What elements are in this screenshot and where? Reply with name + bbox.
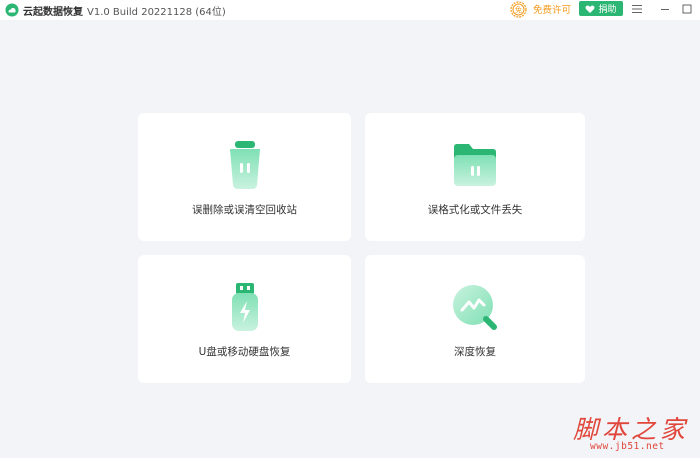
usb-drive-icon <box>231 283 258 331</box>
minimize-button[interactable] <box>658 2 672 16</box>
folder-icon <box>454 144 496 186</box>
donate-label: 捐助 <box>598 5 617 15</box>
card-label: 深度恢复 <box>454 346 496 358</box>
app-title: 云起数据恢复 <box>23 7 83 18</box>
card-label: 误格式化或文件丢失 <box>427 204 523 216</box>
license-label: 免费许可 <box>533 5 572 16</box>
card-label: U盘或移动硬盘恢复 <box>198 346 291 358</box>
license-icon: 免 <box>510 0 527 18</box>
deep-scan-icon <box>453 285 497 330</box>
maximize-button[interactable] <box>680 2 694 16</box>
card-recycle-bin-recovery[interactable]: 误删除或误清空回收站 <box>138 113 351 241</box>
title-bar: 云起数据恢复 V1.0 Build 20221128 (64位) 免 免费许可 … <box>0 0 700 20</box>
watermark: 脚本之家 www.jb51.net <box>573 410 695 456</box>
trash-bin-icon <box>229 141 260 189</box>
maximize-icon <box>682 4 692 14</box>
card-format-recovery[interactable]: 误格式化或文件丢失 <box>365 113 585 241</box>
card-deep-recovery[interactable]: 深度恢复 <box>365 255 585 383</box>
heart-icon <box>586 4 595 13</box>
app-logo-icon <box>5 3 19 17</box>
menu-icon <box>632 5 642 13</box>
watermark-url: www.jb51.net <box>590 441 665 452</box>
card-label: 误删除或误清空回收站 <box>192 204 297 216</box>
donate-button[interactable]: 捐助 <box>579 1 623 16</box>
license-button[interactable]: 免 免费许可 <box>510 0 571 18</box>
license-badge-text: 免 <box>515 5 522 14</box>
app-version: V1.0 Build 20221128 (64位) <box>87 7 226 18</box>
minimize-icon <box>661 9 669 10</box>
menu-button[interactable] <box>630 2 644 16</box>
card-usb-recovery[interactable]: U盘或移动硬盘恢复 <box>138 255 351 383</box>
